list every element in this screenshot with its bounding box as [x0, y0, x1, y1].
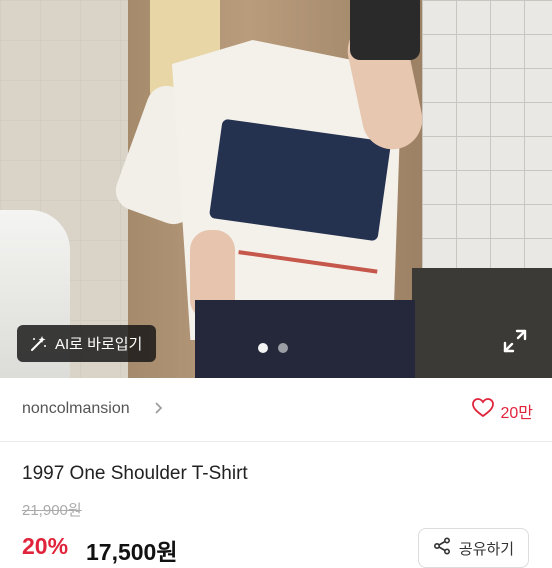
- ai-try-on-button[interactable]: AI로 바로입기: [17, 325, 157, 362]
- expand-icon[interactable]: [502, 328, 528, 354]
- magic-wand-icon: [29, 335, 47, 353]
- discount-rate: 20%: [22, 533, 69, 559]
- carousel-dot[interactable]: [278, 343, 288, 353]
- product-title: 1997 One Shoulder T-Shirt: [22, 463, 248, 484]
- model-figure: [195, 300, 415, 378]
- seller-name[interactable]: noncolmansion: [22, 400, 130, 418]
- model-figure: [350, 0, 420, 60]
- ai-try-on-label: AI로 바로입기: [55, 336, 143, 353]
- carousel-indicator: [258, 343, 288, 353]
- like-button[interactable]: 20만: [472, 398, 533, 423]
- photo-background: [412, 268, 552, 378]
- share-icon: [433, 537, 451, 559]
- original-price: 21,900원: [22, 502, 82, 519]
- chevron-right-icon: [153, 400, 165, 416]
- heart-icon: [472, 398, 495, 423]
- share-label: 공유하기: [458, 540, 515, 558]
- sale-price: 17,500원: [86, 539, 178, 565]
- product-photo[interactable]: AI로 바로입기: [0, 0, 552, 378]
- like-count: 20만: [500, 404, 533, 422]
- share-button[interactable]: 공유하기: [418, 528, 529, 568]
- seller-row[interactable]: noncolmansion 20만: [0, 378, 552, 442]
- carousel-dot-active[interactable]: [258, 343, 268, 353]
